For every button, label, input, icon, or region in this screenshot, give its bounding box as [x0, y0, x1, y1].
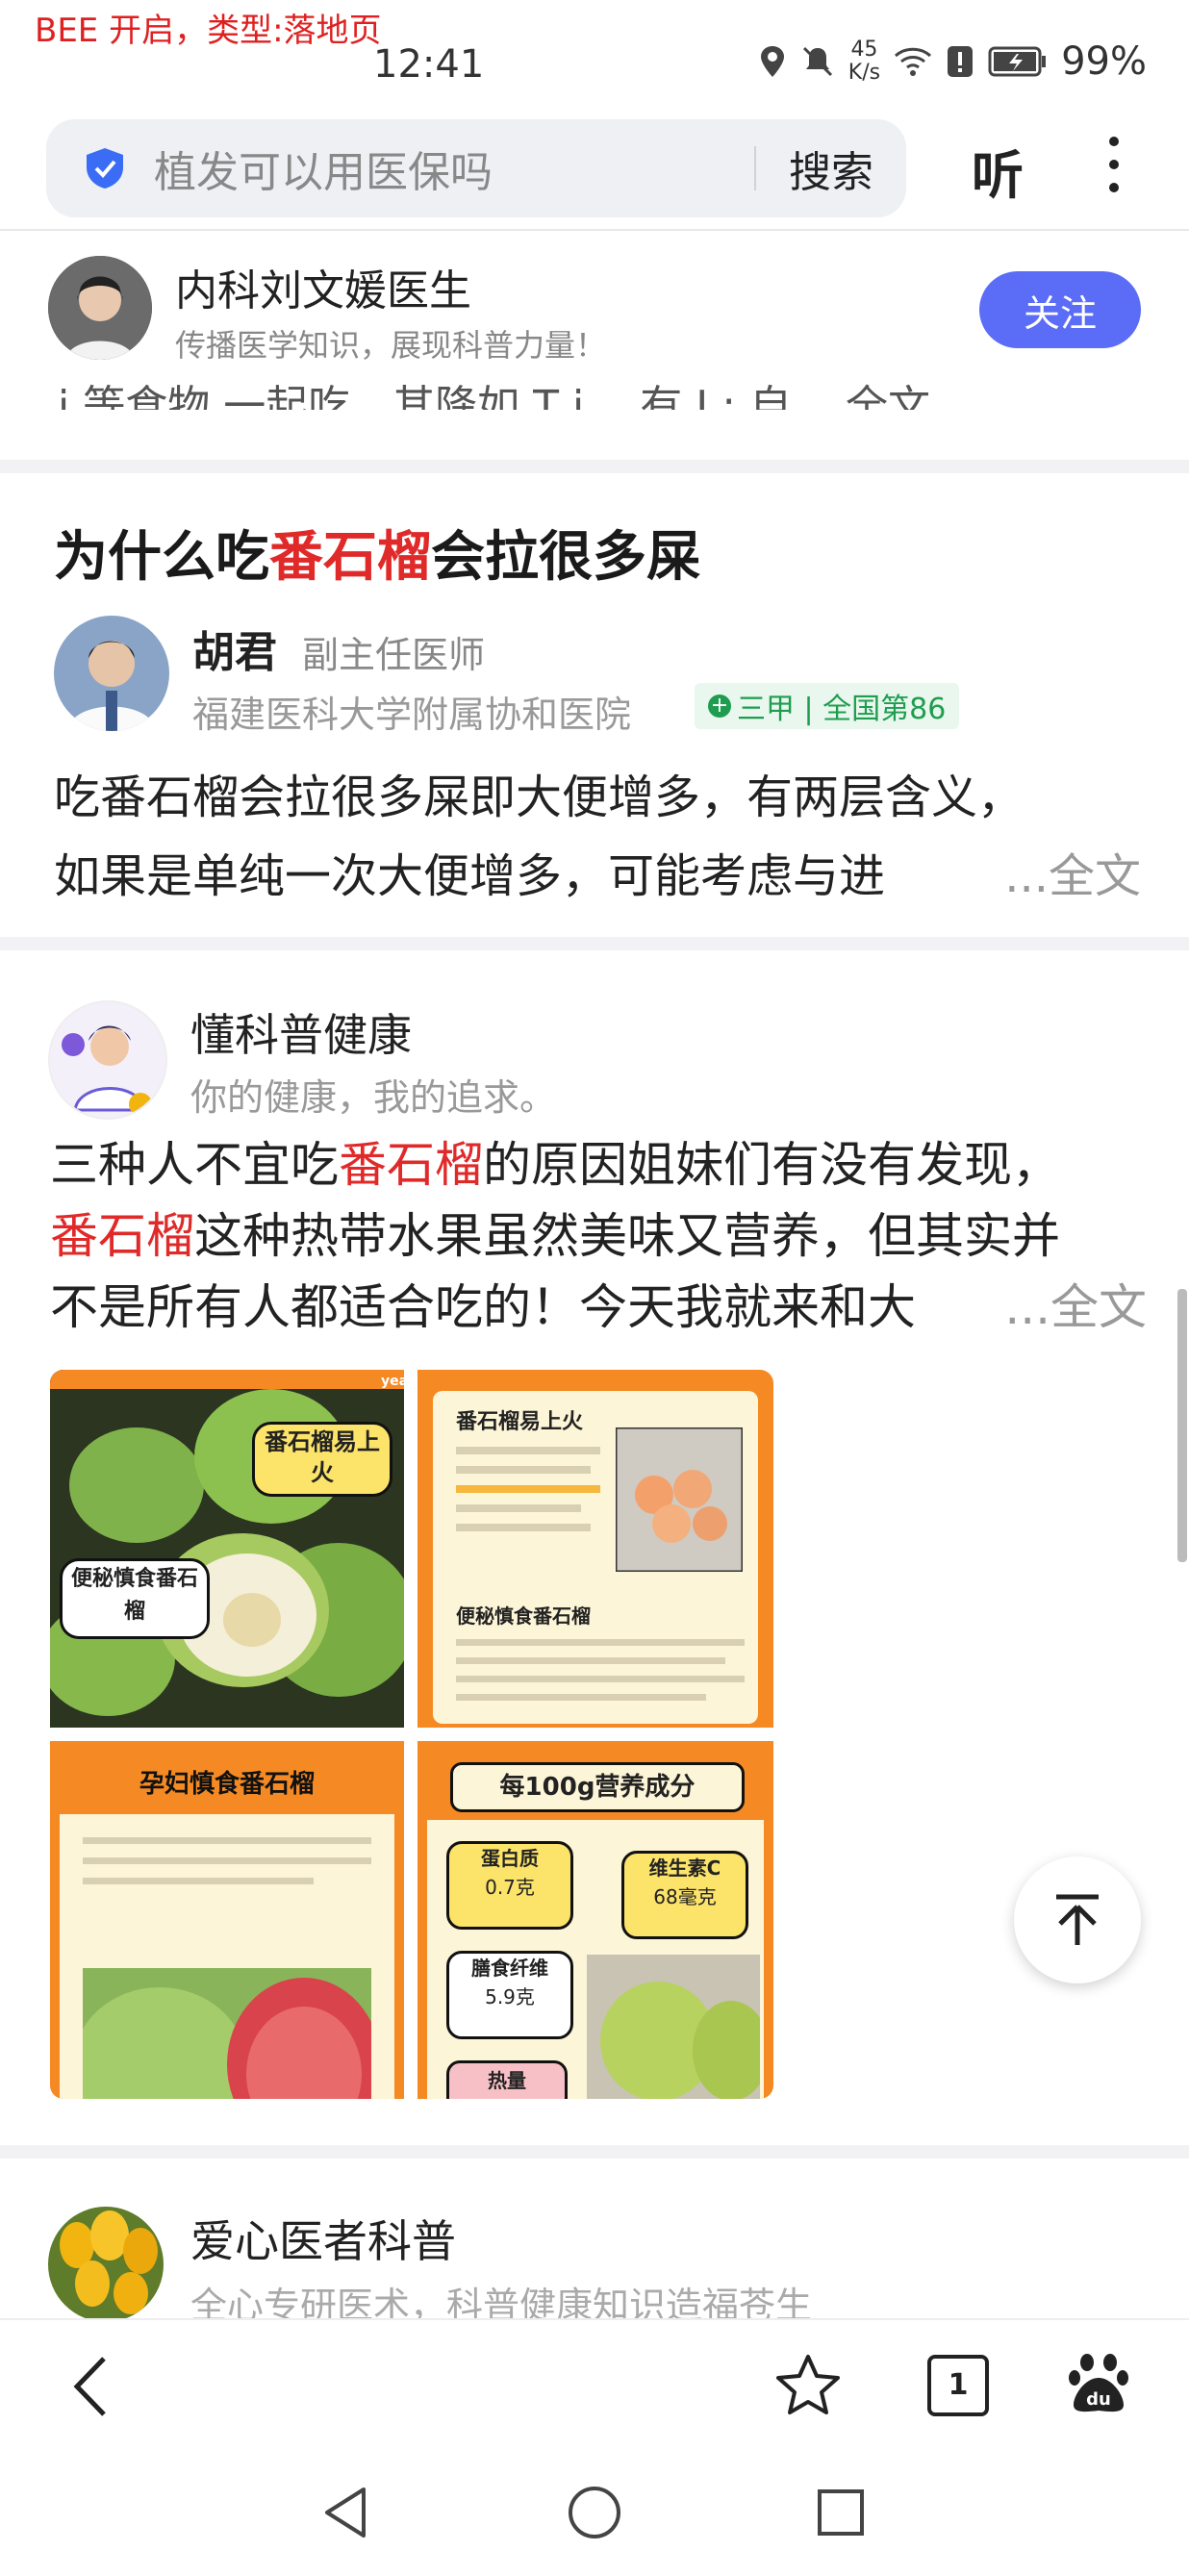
tile-title: 每100g营养成分	[450, 1762, 745, 1812]
nutrient-heat: 热量	[446, 2060, 568, 2099]
system-recents-icon[interactable]	[816, 2488, 866, 2538]
snippet-highlight: 番石榴	[339, 1137, 483, 1193]
snippet-line: 吃番石榴会拉很多屎即大便增多，有两层含义，	[54, 770, 1025, 824]
baidu-paw-icon[interactable]: du	[1068, 2351, 1129, 2414]
scrollbar[interactable]	[1177, 1289, 1187, 1562]
article-title[interactable]: 为什么吃番石榴会拉很多屎	[54, 514, 700, 592]
guava-photo	[616, 1427, 743, 1572]
author-name[interactable]: 爱心医者科普	[190, 2207, 456, 2270]
avatar[interactable]	[48, 256, 152, 360]
image-tile-4[interactable]: 每100g营养成分 蛋白质 0.7克 维生素C 68毫克 膳食纤维 5.9克 热…	[417, 1741, 773, 2099]
plus-icon: +	[708, 695, 731, 718]
follow-button[interactable]: 关注	[979, 271, 1141, 348]
nutrient-value: 68毫克	[653, 1885, 717, 1908]
net-speed: 45 K/s	[848, 38, 880, 85]
tile-text-block	[83, 1837, 371, 1884]
search-divider	[754, 146, 756, 190]
avatar[interactable]	[54, 616, 169, 731]
alert-icon	[948, 46, 974, 77]
author-rank: 副主任医师	[302, 634, 486, 676]
star-icon[interactable]	[775, 2353, 841, 2416]
back-to-top-button[interactable]	[1014, 1856, 1141, 1983]
header-divider	[0, 229, 1189, 231]
system-back-icon[interactable]	[319, 2484, 371, 2541]
more-menu-icon[interactable]	[1104, 137, 1124, 206]
shield-icon	[87, 148, 123, 189]
title-text: 会拉很多屎	[431, 526, 700, 589]
image-tile-2[interactable]: 番石榴易上火 便秘慎食番石榴	[417, 1370, 773, 1728]
status-icons: 45 K/s 99%	[758, 38, 1147, 85]
battery-icon	[988, 46, 1047, 77]
image-tile-3[interactable]: 孕妇慎食番石榴	[50, 1741, 404, 2099]
author-name[interactable]: 胡君	[192, 618, 277, 679]
nutrient-value: 0.7克	[485, 1876, 535, 1899]
author-name[interactable]: 懂科普健康	[190, 1000, 412, 1064]
tile-text-block	[456, 1639, 745, 1701]
doctor-avatar-icon	[48, 256, 152, 360]
nutrient-label: 维生素C	[648, 1856, 721, 1880]
guava-photo	[83, 1968, 371, 2099]
listen-button[interactable]: 听	[972, 133, 1024, 209]
tile-label: 便秘慎食番石榴	[60, 1558, 210, 1639]
tulip-avatar-icon	[48, 2207, 164, 2322]
status-time: 12:41	[373, 42, 485, 87]
badge-text: 三甲 | 全国第86	[737, 693, 947, 726]
tile-label: 番石榴易上火	[252, 1422, 392, 1497]
author-subtitle: 传播医学知识，展现科普力量！	[175, 327, 607, 364]
snippet-text: 不是所有人都适合吃的！今天我就来和大	[50, 1279, 916, 1335]
avatar[interactable]	[48, 2207, 164, 2322]
battery-percent: 99%	[1061, 39, 1147, 84]
debug-label: BEE 开启，类型:落地页	[35, 12, 382, 50]
tabs-button[interactable]: 1	[927, 2355, 989, 2416]
net-speed-unit: K/s	[847, 61, 881, 85]
snippet-text[interactable]: i 等食物 一起吃，其降如 T i、 有 J : 自 ...全文	[58, 371, 1135, 410]
snippet-text: 的原因姐妹们有没有发现，	[483, 1137, 1060, 1193]
net-speed-value: 45	[850, 38, 878, 62]
nutrient-fiber: 膳食纤维 5.9克	[446, 1951, 573, 2039]
guava-photo	[587, 1955, 760, 2099]
wifi-icon	[895, 47, 932, 76]
author-name[interactable]: 内科刘文媛医生	[175, 256, 471, 317]
system-home-icon[interactable]	[566, 2484, 623, 2541]
yeah-label: yeah!	[381, 1374, 404, 1389]
snippet-line: 如果是单纯一次大便增多，可能考虑与进	[54, 849, 886, 903]
nutrient-label: 膳食纤维	[471, 1957, 548, 1980]
image-tile-1[interactable]: yeah! 番石榴易上火 便秘慎食番石榴	[50, 1370, 404, 1728]
search-button[interactable]: 搜索	[789, 138, 873, 199]
cartoon-doctor-icon	[50, 1002, 165, 1118]
nutrient-vitamin-c: 维生素C 68毫克	[621, 1851, 748, 1939]
section-gap	[0, 937, 1189, 950]
section-gap	[0, 460, 1189, 473]
hospital-badge: + 三甲 | 全国第86	[695, 683, 960, 729]
tile-title: 番石榴易上火	[456, 1410, 584, 1434]
avatar[interactable]	[48, 1000, 167, 1120]
snippet-text: 这种热带水果虽然美味又营养，但其实并	[194, 1208, 1060, 1264]
search-input[interactable]: 植发可以用医保吗	[154, 138, 754, 199]
title-text: 为什么吃	[54, 526, 269, 589]
location-icon	[760, 46, 784, 77]
nutrient-label: 蛋白质	[481, 1847, 539, 1870]
mute-bell-icon	[802, 46, 832, 77]
expand-link[interactable]: ...全文	[1004, 1272, 1147, 1343]
snippet-text: 三种人不宜吃	[50, 1137, 339, 1193]
nutrient-value: 5.9克	[485, 1985, 535, 2008]
section-gap	[0, 2145, 1189, 2159]
expand-link[interactable]: ...全文	[1004, 837, 1141, 916]
hospital-name: 福建医科大学附属协和医院	[192, 694, 632, 736]
snippet-highlight: 番石榴	[50, 1208, 194, 1264]
article-snippet[interactable]: 吃番石榴会拉很多屎即大便增多，有两层含义， 如果是单纯一次大便增多，可能考虑与进…	[54, 758, 1141, 916]
back-icon[interactable]	[67, 2353, 115, 2420]
tile-text-block	[456, 1447, 610, 1562]
arrow-up-icon	[1056, 1894, 1099, 1945]
title-highlight: 番石榴	[269, 526, 431, 589]
author-subtitle: 你的健康，我的追求。	[190, 1076, 557, 1119]
tile-subtitle: 便秘慎食番石榴	[456, 1604, 591, 1628]
doctor-avatar-icon	[54, 616, 169, 731]
tile-title: 孕妇慎食番石榴	[139, 1770, 315, 1799]
article-snippet[interactable]: 三种人不宜吃番石榴的原因姐妹们有没有发现， 番石榴这种热带水果虽然美味又营养，但…	[50, 1129, 1147, 1343]
search-bar[interactable]: 植发可以用医保吗 搜索	[46, 119, 906, 217]
nutrient-protein: 蛋白质 0.7克	[446, 1841, 573, 1930]
svg-text:du: du	[1086, 2389, 1111, 2410]
